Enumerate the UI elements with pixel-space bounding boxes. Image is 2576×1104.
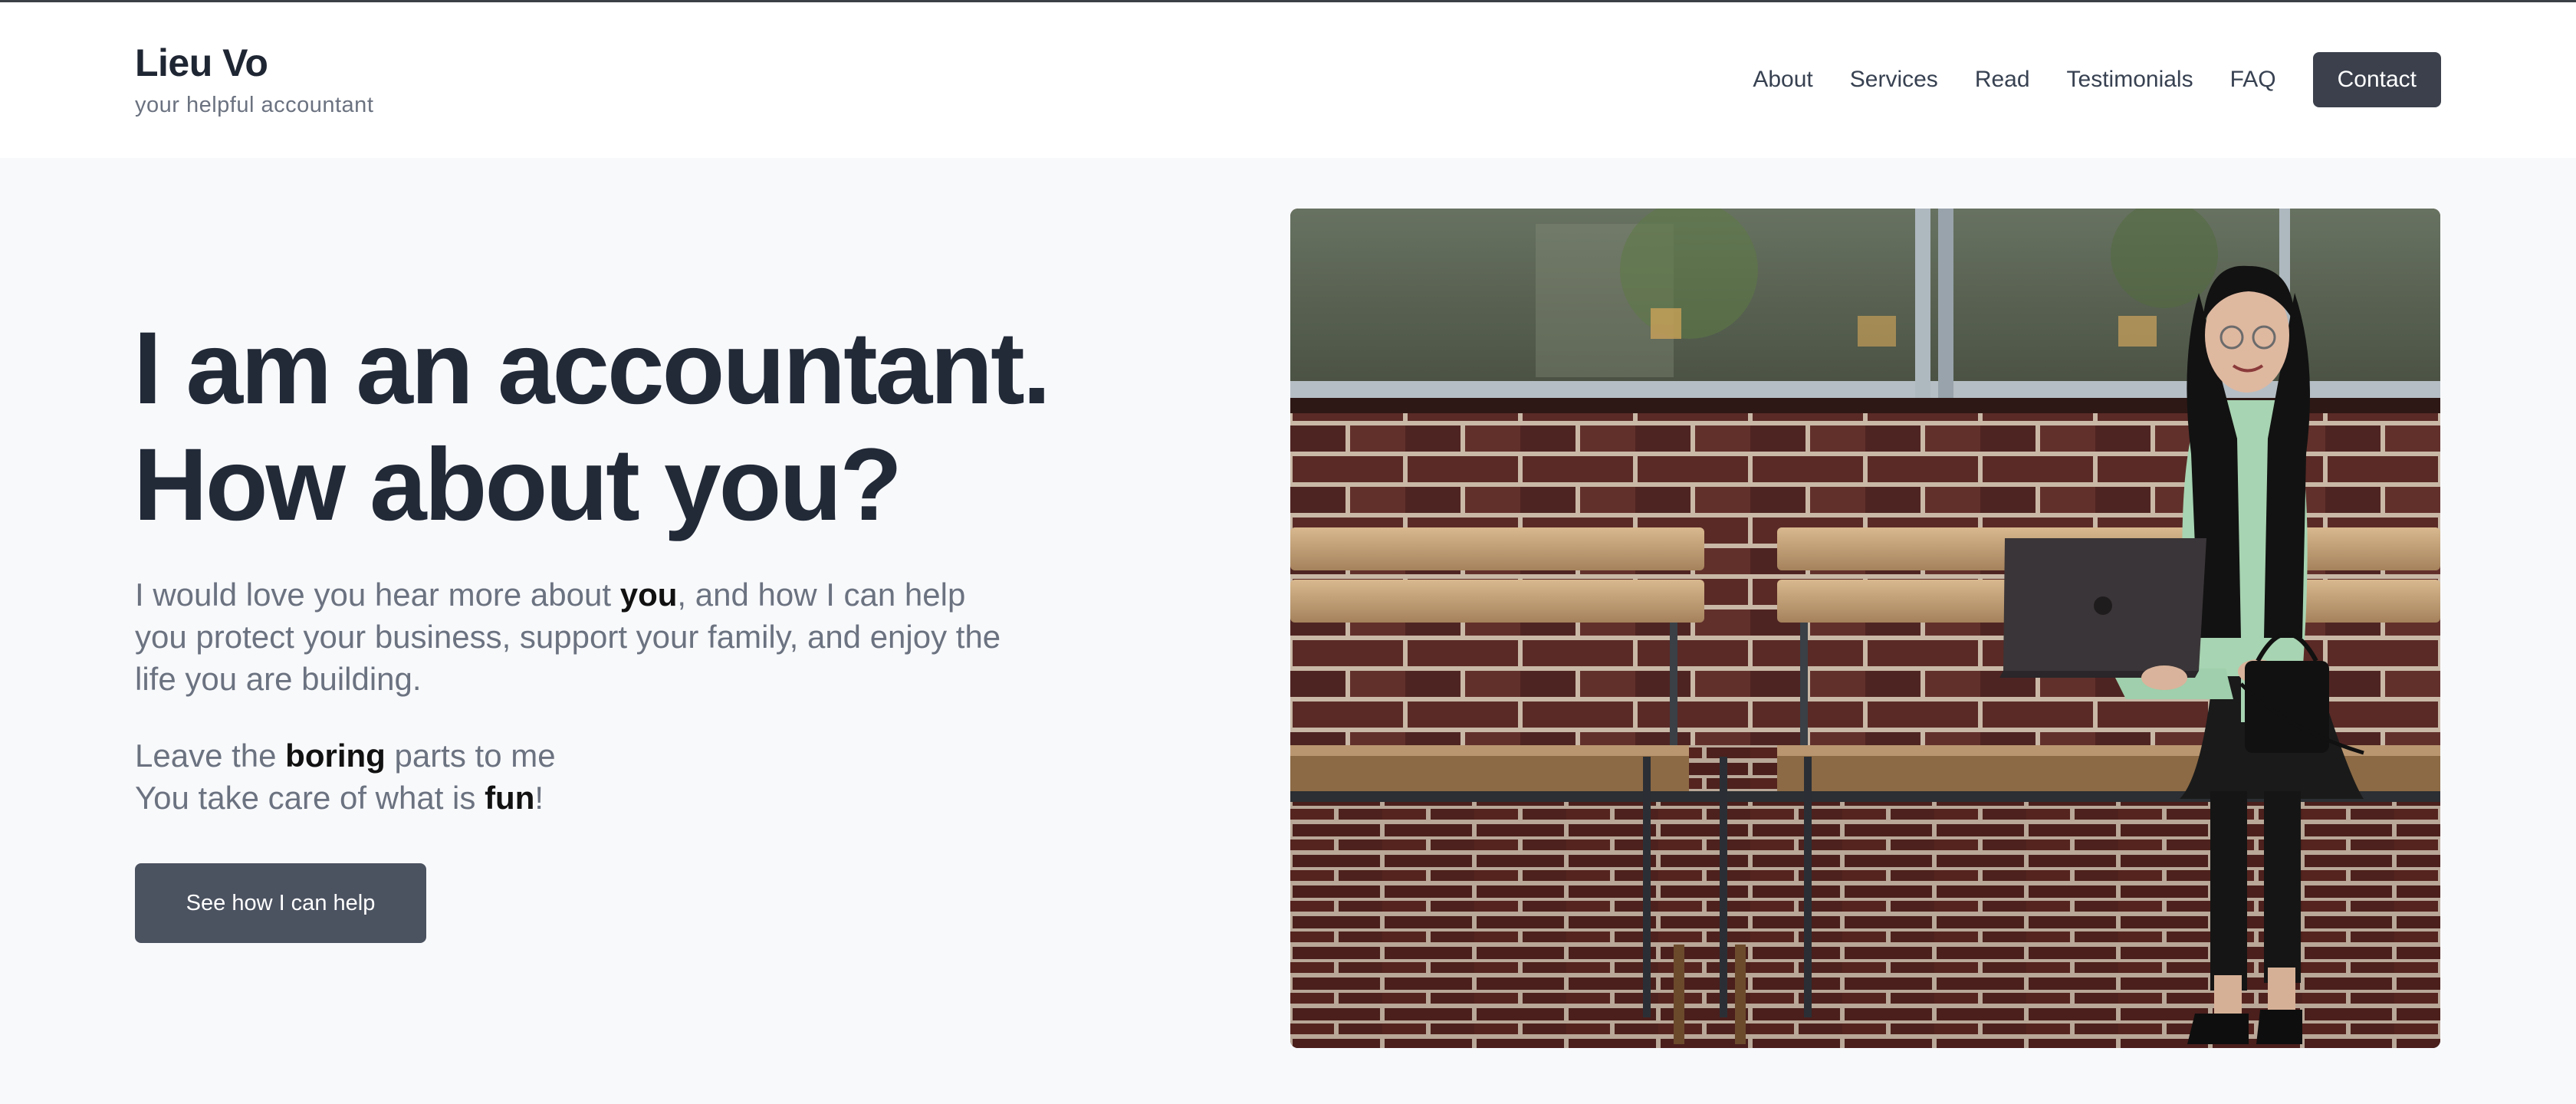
main-nav: About Services Read Testimonials FAQ Con… (1753, 52, 2441, 107)
brand-name[interactable]: Lieu Vo (135, 41, 268, 85)
intro-emphasis-you: you (619, 577, 678, 613)
intro-text-start: I would love you hear more about (135, 577, 620, 613)
nav-link-read[interactable]: Read (1975, 67, 2030, 93)
hero-title-line-2: How about you? (133, 428, 902, 542)
hero-intro-paragraph: I would love you hear more about you, an… (135, 573, 1009, 700)
site-header: Lieu Vo your helpful accountant About Se… (0, 2, 2576, 158)
tagline-emphasis-boring: boring (285, 738, 386, 774)
hero-tagline-paragraph: Leave the boring parts to me You take car… (135, 734, 1009, 819)
hero-photo (1290, 209, 2440, 1048)
brand-tagline: your helpful accountant (135, 93, 374, 117)
tagline-line-2-end: ! (534, 780, 544, 816)
nav-link-faq[interactable]: FAQ (2230, 67, 2276, 93)
nav-link-about[interactable]: About (1753, 67, 1812, 93)
hero-title-line-1: I am an accountant. (133, 311, 1051, 426)
contact-button[interactable]: Contact (2312, 52, 2441, 107)
see-how-i-can-help-button[interactable]: See how I can help (135, 863, 426, 943)
tagline-line-1-end: parts to me (385, 738, 556, 774)
hero-title: I am an accountant. How about you? (133, 310, 1207, 544)
tagline-line-2-start: You take care of what is (135, 780, 485, 816)
nav-link-services[interactable]: Services (1850, 67, 1938, 93)
nav-link-testimonials[interactable]: Testimonials (2067, 67, 2193, 93)
tagline-line-1-start: Leave the (135, 738, 286, 774)
hero-photo-illustration (1290, 209, 2440, 1048)
tagline-emphasis-fun: fun (485, 780, 535, 816)
